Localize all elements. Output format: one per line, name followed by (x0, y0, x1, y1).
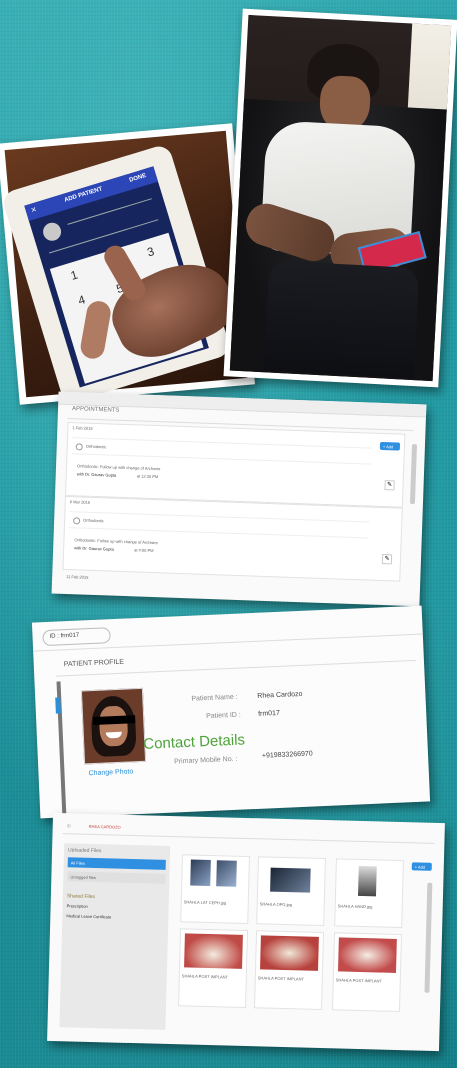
shared-medical-leave[interactable]: Medical Leave Certificate (66, 913, 111, 919)
appointment-time: at 12:30 PM (136, 473, 159, 480)
doctor-name: with Dr. Gaurav Gupta (76, 471, 117, 478)
file-folder-panel: Uploaded Files All Files Untagged files … (59, 843, 171, 1030)
thumbnail-post-implant-3[interactable]: SHAHLA POST IMPLANT (331, 932, 402, 1013)
checkbox[interactable] (75, 443, 83, 451)
next-appointment-date: 11 Feb 2015 (66, 574, 89, 580)
done-button[interactable]: DONE (129, 173, 147, 184)
appointment-group-1: 1 Feb 2015 + Add Orthodontic Orthodontic… (65, 421, 406, 508)
procedure-name: Orthodontic (83, 517, 104, 524)
thumbnail-post-implant-1[interactable]: SHAHLA POST IMPLANT (178, 928, 249, 1009)
thumbnail-post-implant-2[interactable]: SHAHLA POST IMPLANT (254, 930, 325, 1011)
appointment-date: 1 Feb 2015 (72, 425, 93, 431)
thumbnail-lat-ceph[interactable]: SHAHLA LAT CEPH.jpg (180, 854, 250, 925)
appointment-date: 6 Mar 2015 (69, 499, 91, 505)
patient-avatar (80, 687, 147, 765)
breadcrumb-id: ID (66, 823, 71, 829)
man-photo (223, 8, 457, 388)
patient-id-value: frm017 (257, 709, 281, 718)
key-4[interactable]: 4 (76, 292, 86, 307)
photo-placeholder[interactable] (40, 220, 64, 243)
thumbnail-caption: SHAHLA LAT CEPH.jpg (183, 899, 227, 906)
add-appointment-button[interactable]: + Add (379, 441, 401, 451)
breadcrumb-patient[interactable]: RHEA CARDOZO (89, 824, 121, 830)
patient-name-value: Rhea Cardozo (257, 690, 303, 700)
active-tab-marker (55, 697, 61, 714)
scrollbar[interactable] (409, 444, 418, 505)
patient-profile-title: PATIENT PROFILE (63, 658, 125, 669)
patient-id-label: Patient ID : (206, 711, 241, 721)
shared-files-title: Shared Files (66, 893, 96, 901)
key-1[interactable]: 1 (69, 268, 79, 283)
thumbnail-caption: SHAHLA POST IMPLANT (257, 975, 305, 982)
shared-prescription[interactable]: Prescription (67, 903, 88, 909)
folder-untagged[interactable]: Untagged files (67, 871, 166, 884)
dark-jeans (263, 260, 420, 379)
uploaded-files-title: Uploaded Files (67, 847, 102, 855)
appointment-group-2: 6 Mar 2015 Orthodontic Orthodontic: Foll… (62, 495, 403, 582)
appointment-note: Orthodontic: Follow up with change of Ar… (74, 537, 158, 546)
files-scrollbar[interactable] (424, 882, 433, 993)
change-photo-link[interactable]: Change Photo (88, 768, 133, 777)
appointments-screenshot: APPOINTMENTS 1 Feb 2015 + Add Orthodonti… (51, 391, 427, 607)
primary-mobile-label: Primary Mobile No. : (173, 755, 238, 766)
key-3[interactable]: 3 (145, 244, 155, 259)
checkbox[interactable] (73, 517, 81, 525)
ipad-photo: ✕ ADD PATIENT DONE 1 2 3 4 5 6 7 8 9 * 0… (0, 123, 255, 405)
patient-id-badge: ID : frm017 (42, 627, 111, 647)
edit-icon[interactable]: ✎ (381, 554, 393, 565)
patient-name-label: Patient Name : (191, 693, 238, 703)
thumbnail-caption: SHAHLA POST IMPLANT (181, 973, 229, 980)
close-icon[interactable]: ✕ (30, 205, 38, 214)
contact-details-heading: Contact Details (142, 731, 246, 753)
folder-all-files[interactable]: All Files (67, 857, 166, 870)
files-screenshot: ID RHEA CARDOZO Uploaded Files All Files… (47, 812, 445, 1052)
edit-icon[interactable]: ✎ (384, 480, 395, 491)
thumbnail-hand[interactable]: SHAHLA HAND.jpg (334, 858, 404, 929)
thumbnail-opg[interactable]: SHAHLA OPG.jpg (256, 856, 326, 927)
thumbnail-caption: SHAHLA HAND.jpg (337, 903, 373, 910)
patient-profile-screenshot: ID : frm017 PATIENT PROFILE Change Photo… (31, 605, 431, 819)
appointments-title: APPOINTMENTS (71, 406, 120, 414)
primary-mobile-value: +919833266970 (261, 750, 313, 760)
thumbnail-caption: SHAHLA POST IMPLANT (335, 977, 382, 984)
appointment-note: Orthodontic: Follow up with change of Ar… (76, 463, 161, 472)
add-file-button[interactable]: + Add (411, 862, 432, 871)
appointment-time: at 4:00 PM (134, 547, 154, 554)
procedure-name: Orthodontic (85, 443, 107, 450)
doctor-name: with Dr. Gaurav Gupta (74, 545, 114, 552)
thumbnail-caption: SHAHLA OPG.jpg (259, 901, 293, 908)
